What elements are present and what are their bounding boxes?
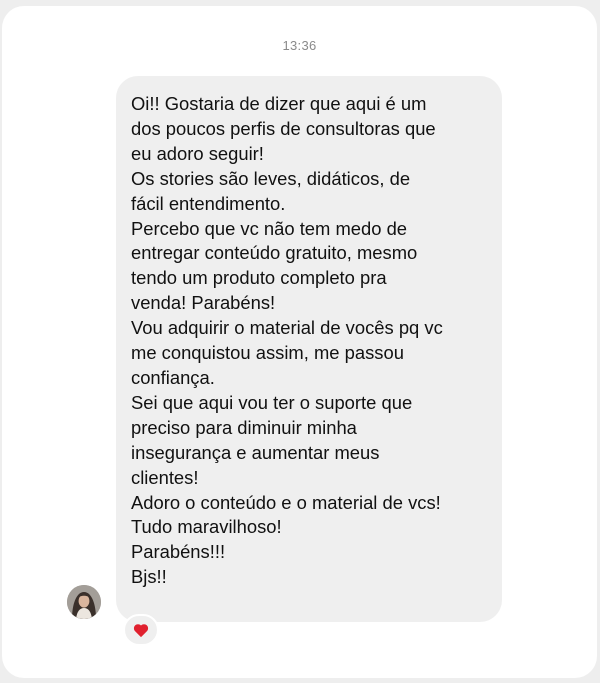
- message-line: Vou adquirir o material de vocês pq vc: [131, 317, 443, 339]
- message-line: confiança.: [131, 366, 215, 388]
- chat-card: 13:36 Oi!! Gostaria de dizer que aqui é …: [2, 6, 597, 678]
- heart-icon: [133, 623, 149, 637]
- message-line: Bjs!!: [131, 566, 167, 588]
- message-line: dos poucos perfis de consultoras que: [131, 117, 436, 139]
- message-line: Percebo que vc não tem medo de: [131, 217, 408, 239]
- avatar-photo: [67, 585, 101, 619]
- message-line: Tudo maravilhoso!: [131, 516, 282, 538]
- message-line: preciso para diminuir minha: [131, 416, 357, 438]
- message-line: Parabéns!!!: [131, 541, 226, 563]
- message-line: insegurança e aumentar meus: [131, 441, 380, 463]
- message-line: Sei que aqui vou ter o suporte que: [131, 391, 413, 413]
- message-bubble[interactable]: Oi!! Gostaria de dizer que aqui é um dos…: [116, 76, 502, 622]
- message-line: eu adoro seguir!: [131, 142, 264, 164]
- message-line: clientes!: [131, 466, 199, 488]
- message-line: venda! Parabéns!: [131, 292, 276, 314]
- message-line: Oi!! Gostaria de dizer que aqui é um: [131, 93, 427, 114]
- message-line: tendo um produto completo pra: [131, 267, 387, 289]
- message-line: Os stories são leves, didáticos, de: [131, 167, 411, 189]
- message-line: me conquistou assim, me passou: [131, 342, 404, 364]
- message-line: fácil entendimento.: [131, 192, 286, 214]
- message-line: Adoro o conteúdo e o material de vcs!: [131, 491, 441, 513]
- message-timestamp: 13:36: [282, 38, 317, 53]
- message-line: entregar conteúdo gratuito, mesmo: [131, 242, 418, 264]
- reaction-badge[interactable]: [123, 614, 159, 646]
- avatar[interactable]: [67, 585, 101, 619]
